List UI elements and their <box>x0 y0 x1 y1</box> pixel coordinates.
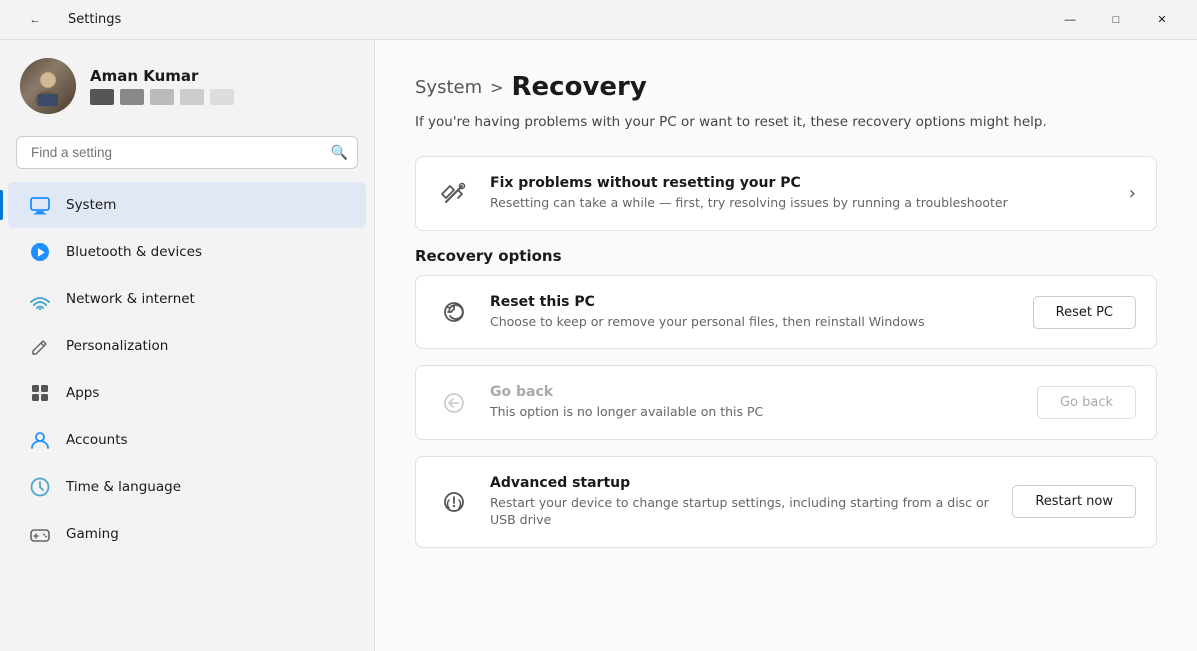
badge-4 <box>180 89 204 105</box>
sidebar-item-label-time: Time & language <box>66 479 181 495</box>
breadcrumb-system[interactable]: System <box>415 77 482 98</box>
app-body: Aman Kumar 🔍 <box>0 40 1197 651</box>
badge-2 <box>120 89 144 105</box>
advanced-startup-card: Advanced startup Restart your device to … <box>415 456 1157 548</box>
advanced-startup-icon <box>436 484 472 520</box>
main-content: System > Recovery If you're having probl… <box>375 40 1197 651</box>
chevron-right-icon: › <box>1129 183 1136 204</box>
badge-1 <box>90 89 114 105</box>
fix-problems-card[interactable]: Fix problems without resetting your PC R… <box>415 156 1157 231</box>
go-back-card-desc: This option is no longer available on th… <box>490 403 1019 421</box>
personalization-icon <box>28 334 52 358</box>
page-subtitle: If you're having problems with your PC o… <box>415 112 1157 132</box>
badge-5 <box>210 89 234 105</box>
go-back-card-title: Go back <box>490 384 1019 400</box>
restart-now-button[interactable]: Restart now <box>1012 485 1136 518</box>
avatar <box>20 58 76 114</box>
user-badges <box>90 89 234 105</box>
badge-3 <box>150 89 174 105</box>
breadcrumb: System > Recovery <box>415 72 1157 102</box>
advanced-startup-card-row: Advanced startup Restart your device to … <box>416 457 1156 547</box>
reset-pc-button[interactable]: Reset PC <box>1033 296 1136 329</box>
fix-card-chevron-wrap: › <box>1129 183 1136 204</box>
sidebar-item-label-bluetooth: Bluetooth & devices <box>66 244 202 260</box>
sidebar-item-label-apps: Apps <box>66 385 99 401</box>
app-title: Settings <box>68 12 121 27</box>
breadcrumb-arrow: > <box>490 78 503 97</box>
reset-pc-card-row: Reset this PC Choose to keep or remove y… <box>416 276 1156 349</box>
sidebar-nav: System Bluetooth & devices <box>0 181 374 558</box>
go-back-card-action: Go back <box>1037 386 1136 419</box>
minimize-button[interactable]: — <box>1047 4 1093 36</box>
window-controls: — □ ✕ <box>1047 4 1185 36</box>
sidebar-item-label-personalization: Personalization <box>66 338 168 354</box>
sidebar-item-network[interactable]: Network & internet <box>8 276 366 322</box>
title-bar-left: ← Settings <box>12 4 121 36</box>
go-back-card: Go back This option is no longer availab… <box>415 365 1157 440</box>
sidebar-item-time[interactable]: Time & language <box>8 464 366 510</box>
sidebar-item-label-network: Network & internet <box>66 291 195 307</box>
reset-icon <box>436 294 472 330</box>
gaming-icon <box>28 522 52 546</box>
sidebar-item-system[interactable]: System <box>8 182 366 228</box>
close-button[interactable]: ✕ <box>1139 4 1185 36</box>
fix-card-desc: Resetting can take a while — first, try … <box>490 194 1111 212</box>
maximize-button[interactable]: □ <box>1093 4 1139 36</box>
network-icon <box>28 287 52 311</box>
title-bar: ← Settings — □ ✕ <box>0 0 1197 40</box>
recovery-options-title: Recovery options <box>415 247 1157 265</box>
reset-card-text: Reset this PC Choose to keep or remove y… <box>490 294 1015 331</box>
sidebar-item-label-accounts: Accounts <box>66 432 128 448</box>
sidebar-item-label-gaming: Gaming <box>66 526 119 542</box>
go-back-icon <box>436 385 472 421</box>
reset-pc-card: Reset this PC Choose to keep or remove y… <box>415 275 1157 350</box>
advanced-startup-card-desc: Restart your device to change startup se… <box>490 494 994 529</box>
avatar-image <box>28 66 68 106</box>
accounts-icon <box>28 428 52 452</box>
user-profile[interactable]: Aman Kumar <box>0 40 374 128</box>
go-back-button: Go back <box>1037 386 1136 419</box>
reset-card-title: Reset this PC <box>490 294 1015 310</box>
search-icon: 🔍 <box>331 145 348 161</box>
search-input[interactable] <box>16 136 358 169</box>
bluetooth-icon <box>28 240 52 264</box>
sidebar-item-apps[interactable]: Apps <box>8 370 366 416</box>
advanced-startup-card-action: Restart now <box>1012 485 1136 518</box>
sidebar-item-label-system: System <box>66 197 116 213</box>
sidebar-item-accounts[interactable]: Accounts <box>8 417 366 463</box>
back-button[interactable]: ← <box>12 4 58 36</box>
time-icon <box>28 475 52 499</box>
user-name: Aman Kumar <box>90 67 234 85</box>
sidebar-item-gaming[interactable]: Gaming <box>8 511 366 557</box>
fix-problems-card-row[interactable]: Fix problems without resetting your PC R… <box>416 157 1156 230</box>
sidebar: Aman Kumar 🔍 <box>0 40 375 651</box>
user-info: Aman Kumar <box>90 67 234 105</box>
go-back-card-row: Go back This option is no longer availab… <box>416 366 1156 439</box>
breadcrumb-page: Recovery <box>512 72 647 102</box>
apps-icon <box>28 381 52 405</box>
sidebar-item-personalization[interactable]: Personalization <box>8 323 366 369</box>
advanced-startup-card-title: Advanced startup <box>490 475 994 491</box>
fix-card-text: Fix problems without resetting your PC R… <box>490 175 1111 212</box>
fix-card-title: Fix problems without resetting your PC <box>490 175 1111 191</box>
go-back-card-text: Go back This option is no longer availab… <box>490 384 1019 421</box>
search-box: 🔍 <box>16 136 358 169</box>
advanced-startup-card-text: Advanced startup Restart your device to … <box>490 475 994 529</box>
fix-icon <box>436 176 472 212</box>
reset-card-action: Reset PC <box>1033 296 1136 329</box>
system-icon <box>28 193 52 217</box>
sidebar-item-bluetooth[interactable]: Bluetooth & devices <box>8 229 366 275</box>
reset-card-desc: Choose to keep or remove your personal f… <box>490 313 1015 331</box>
